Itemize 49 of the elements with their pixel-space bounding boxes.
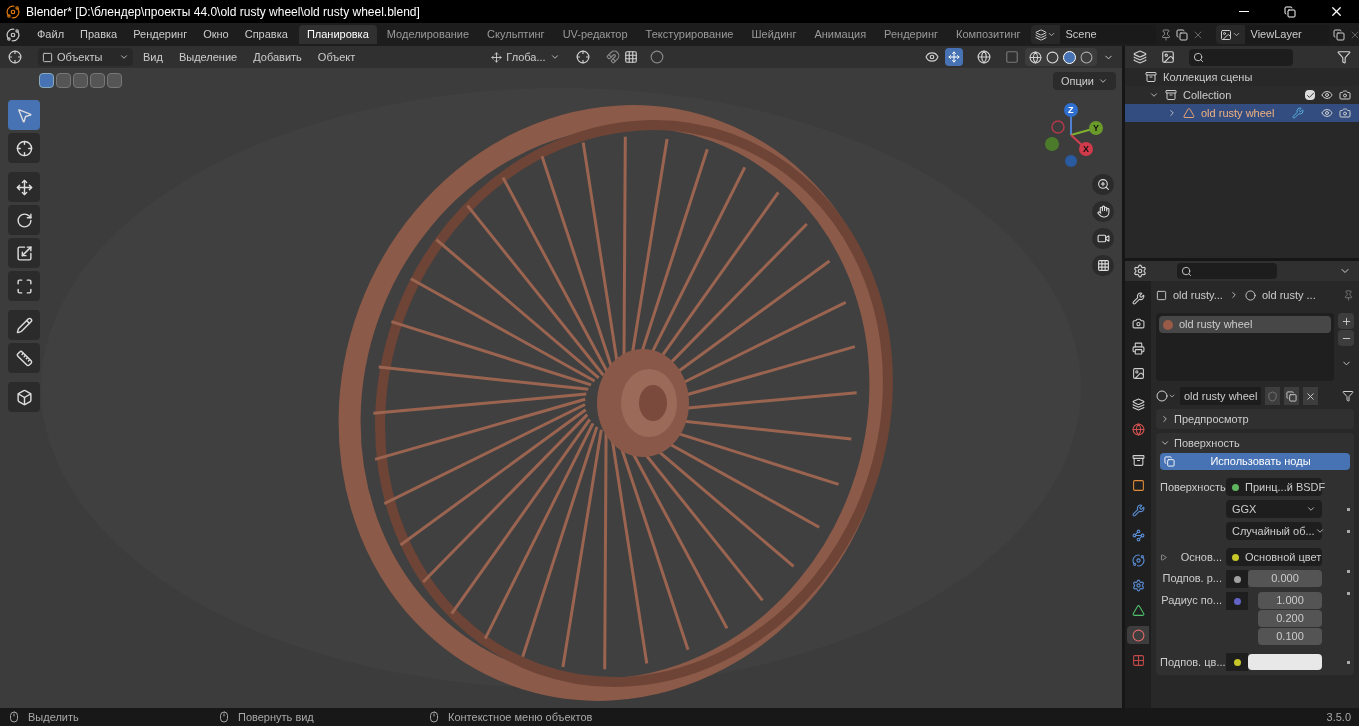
field-label: Подпов. р... xyxy=(1161,571,1223,586)
breadcrumb-item: old rusty ... xyxy=(1261,287,1316,303)
axis-label: X xyxy=(1083,143,1089,156)
panel-header[interactable]: Поверхность xyxy=(1160,433,1350,453)
field-label: Подпов. цв... xyxy=(1160,654,1226,670)
tree-item-label[interactable]: Коллекция сцены xyxy=(1163,68,1253,86)
window-title: Blender* [D:\блендер\проекты 44.0\old rusty wheel\old rusty wheel.blend] xyxy=(26,3,420,21)
dropdown[interactable]: GGX xyxy=(1226,500,1322,518)
menu-item[interactable]: Добавить xyxy=(247,48,308,66)
menu-item[interactable]: Окно xyxy=(196,26,236,43)
workspace-tab[interactable]: UV-редактор xyxy=(554,25,636,44)
tree-item-label[interactable]: Collection xyxy=(1183,86,1232,104)
workspace-tab[interactable]: Планировка xyxy=(298,25,377,44)
field-label: Основ... xyxy=(1179,549,1223,565)
status-hint: Выделить xyxy=(28,709,79,725)
workspace-tab[interactable]: Скульптинг xyxy=(479,25,553,44)
menu-item[interactable]: Объект xyxy=(311,48,362,66)
workspace-tab[interactable]: Рендеринг xyxy=(876,25,947,44)
status-hint: Повернуть вид xyxy=(238,709,314,725)
number-field[interactable]: 1.000 xyxy=(1258,592,1322,609)
link-field[interactable]: Основной цвет xyxy=(1226,548,1322,566)
material-slot[interactable]: old rusty wheel xyxy=(1159,316,1331,333)
orientation-dropdown[interactable]: Глоба... xyxy=(487,48,564,66)
menu-item[interactable]: Вид xyxy=(137,48,169,66)
workspace-tab[interactable]: Композитинг xyxy=(948,25,1029,44)
workspace-tab[interactable]: Анимация xyxy=(806,25,875,44)
use-nodes-button[interactable]: Использовать ноды xyxy=(1160,453,1350,470)
number-field[interactable]: 0.000 xyxy=(1248,570,1322,587)
menu-item[interactable]: Правка xyxy=(73,26,125,43)
number-field[interactable]: 0.200 xyxy=(1258,610,1322,627)
workspace-tab[interactable]: Шейдинг xyxy=(743,25,805,44)
menu-item[interactable]: Файл xyxy=(30,26,72,43)
breadcrumb-item: old rusty... xyxy=(1173,287,1223,303)
version-label: 3.5.0 xyxy=(1326,709,1351,725)
menu-item[interactable]: Рендеринг xyxy=(126,26,195,43)
number-field[interactable]: 0.100 xyxy=(1258,628,1322,645)
field-label: Поверхность xyxy=(1160,479,1226,495)
field-label: Радиус по... xyxy=(1160,593,1223,608)
mode-dropdown[interactable]: Объекты xyxy=(38,48,133,66)
options-dropdown[interactable]: Опции xyxy=(1052,72,1116,90)
menu-item[interactable]: Выделение xyxy=(172,48,244,66)
dropdown[interactable]: Случайный об... xyxy=(1226,522,1322,540)
status-hint: Контекстное меню объектов xyxy=(448,709,593,725)
axis-label: Z xyxy=(1068,104,1074,117)
material-name-field[interactable]: old rusty wheel xyxy=(1180,387,1262,405)
axis-label: Y xyxy=(1093,122,1099,135)
workspace-tab[interactable]: Моделирование xyxy=(378,25,478,44)
menu-item[interactable]: Справка xyxy=(237,26,295,43)
workspace-tab[interactable]: Текстурирование xyxy=(637,25,742,44)
